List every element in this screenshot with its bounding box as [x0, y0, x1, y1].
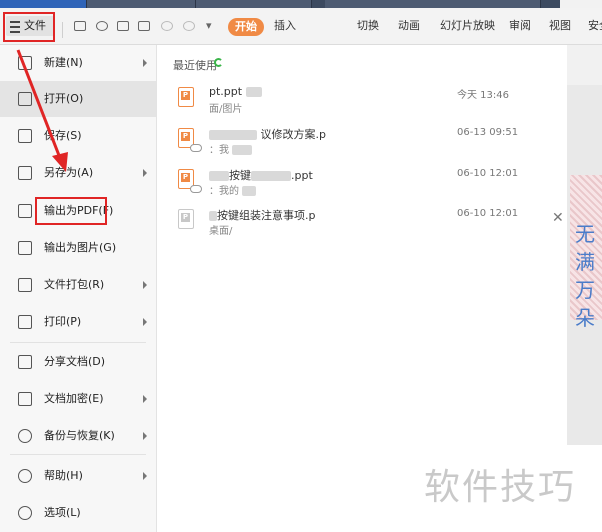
- watermark-text: 软件技巧: [424, 467, 577, 508]
- annotation-arrow: [16, 49, 68, 172]
